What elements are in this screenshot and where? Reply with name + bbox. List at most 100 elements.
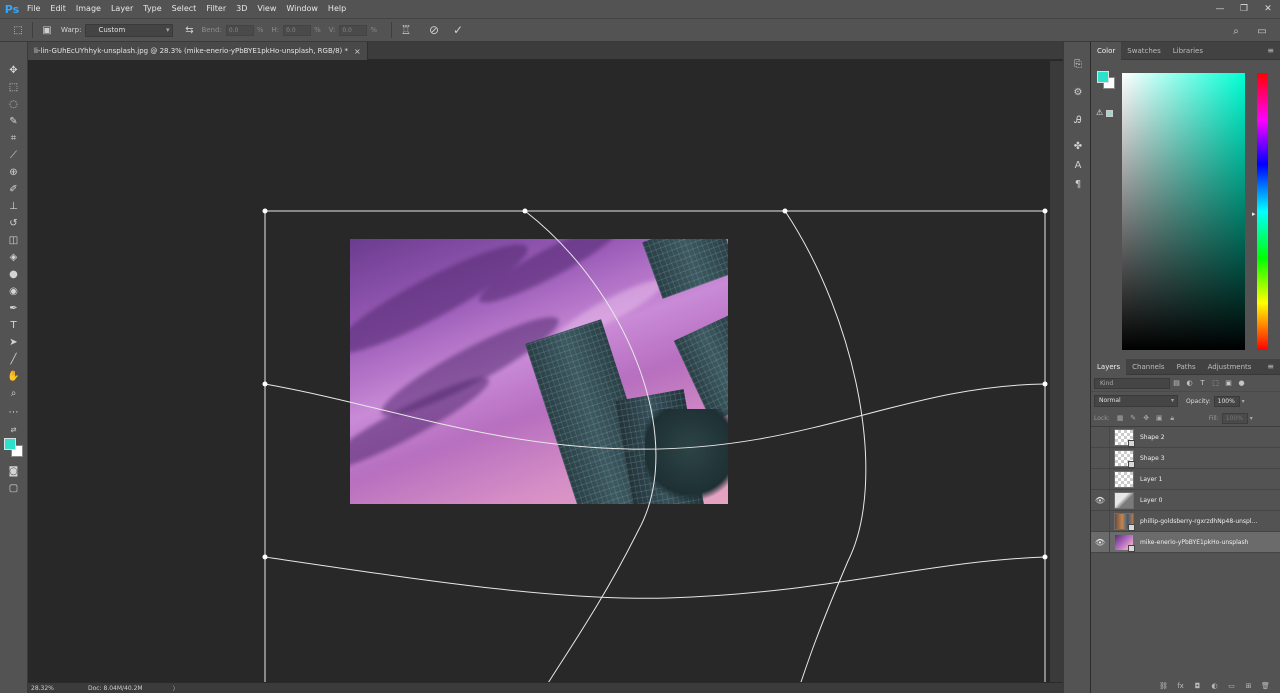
pen-tool-icon[interactable]: ✒ [5, 300, 22, 316]
blend-mode-select[interactable]: Normal [1094, 395, 1178, 407]
transform-tool-preset-icon[interactable]: ⬚ [10, 22, 26, 38]
filter-toggle-icon[interactable]: ● [1235, 379, 1248, 387]
new-layer-icon[interactable]: ⊞ [1240, 682, 1257, 690]
tab-swatches[interactable]: Swatches [1121, 42, 1166, 60]
line-tool-icon[interactable]: ╱ [5, 351, 22, 367]
layer-row-layer-0[interactable]: 👁︎ Layer 0 [1091, 489, 1280, 511]
tab-channels[interactable]: Channels [1126, 359, 1170, 375]
filter-smart-object-icon[interactable]: ▣ [1222, 379, 1235, 387]
tab-paths[interactable]: Paths [1171, 359, 1202, 375]
menu-layer[interactable]: Layer [106, 0, 138, 18]
canvas-scrollbar[interactable] [1050, 61, 1063, 682]
layers-panel-menu-icon[interactable]: ≡ [1267, 359, 1274, 375]
warp-handle[interactable] [262, 208, 268, 214]
layer-style-icon[interactable]: fx [1172, 682, 1189, 690]
move-tool-icon[interactable]: ✥ [5, 62, 22, 78]
visibility-toggle-icon[interactable] [1091, 510, 1110, 532]
workspace-icon[interactable]: ▭ [1254, 23, 1270, 39]
warp-handle[interactable] [1042, 381, 1048, 387]
path-selection-tool-icon[interactable]: ➤ [5, 334, 22, 350]
dodge-tool-icon[interactable]: ● [5, 266, 22, 282]
search-icon[interactable]: ⌕ [1228, 23, 1244, 39]
filter-pixel-icon[interactable]: ▤ [1170, 379, 1183, 387]
bend-input[interactable]: 0.0 [225, 24, 254, 36]
opacity-input[interactable]: 100% [1213, 395, 1240, 407]
eyedropper-tool-icon[interactable]: ⟋ [5, 147, 22, 163]
lock-all-icon[interactable]: 🔒︎ [1166, 414, 1179, 423]
visibility-toggle-icon[interactable] [1091, 447, 1110, 469]
menu-edit[interactable]: Edit [45, 0, 71, 18]
warp-handle[interactable] [1042, 208, 1048, 214]
layer-kind-filter[interactable]: Kind [1094, 377, 1170, 389]
lock-artboard-icon[interactable]: ▣ [1153, 414, 1166, 422]
menu-view[interactable]: View [252, 0, 281, 18]
properties-panel-icon[interactable]: ⚙ [1070, 84, 1086, 100]
clone-stamp-tool-icon[interactable]: ⊥ [5, 198, 22, 214]
menu-filter[interactable]: Filter [201, 0, 231, 18]
out-of-gamut-warning-icon[interactable]: ⚠ [1096, 108, 1103, 117]
canvas-area[interactable] [28, 61, 1050, 682]
eraser-tool-icon[interactable]: ◫ [5, 232, 22, 248]
close-window-button[interactable]: ✕ [1256, 0, 1280, 18]
lock-transparency-icon[interactable]: ▦ [1114, 414, 1127, 422]
minimize-button[interactable]: — [1208, 0, 1232, 18]
warp-style-select[interactable]: Custom [85, 23, 174, 37]
v-distortion-input[interactable]: 0.0 [339, 24, 368, 36]
brush-settings-icon[interactable]: ✤ [1070, 138, 1086, 154]
reference-point-icon[interactable]: ▣ [39, 22, 55, 38]
character-panel-icon[interactable]: A [1070, 157, 1086, 173]
swap-colors-icon[interactable]: ⇄ [5, 422, 22, 438]
marquee-tool-icon[interactable]: ⬚ [5, 79, 22, 95]
history-panel-icon[interactable]: ⎘ [1070, 56, 1086, 72]
visibility-toggle-icon[interactable] [1091, 468, 1110, 490]
quick-mask-icon[interactable]: ◙ [5, 463, 22, 479]
fill-input[interactable]: 100% [1221, 412, 1248, 424]
zoom-tool-icon[interactable]: ⌕ [5, 385, 22, 401]
tab-close-icon[interactable]: × [354, 47, 361, 56]
menu-file[interactable]: File [22, 0, 45, 18]
cancel-transform-icon[interactable]: ⊘ [426, 22, 442, 38]
tab-layers[interactable]: Layers [1091, 358, 1127, 375]
quick-selection-tool-icon[interactable]: ✎ [5, 113, 22, 129]
warp-mesh[interactable] [28, 61, 1050, 682]
h-distortion-input[interactable]: 0.0 [283, 24, 312, 36]
link-layers-icon[interactable]: ⛓ [1155, 682, 1172, 690]
warp-handle[interactable] [522, 208, 528, 214]
commit-transform-icon[interactable]: ✓ [450, 22, 466, 38]
layer-row-shape-3[interactable]: Shape 3 [1091, 447, 1280, 469]
zoom-level-field[interactable]: 28.32% [28, 685, 56, 692]
new-adjustment-layer-icon[interactable]: ◐ [1206, 682, 1223, 690]
history-brush-tool-icon[interactable]: ↺ [5, 215, 22, 231]
filter-adjustment-icon[interactable]: ◐ [1183, 379, 1196, 387]
layer-row-phillip-goldsberry[interactable]: phillip-goldsberry-rgxrzdhNp48-unspl... [1091, 510, 1280, 532]
warp-handle[interactable] [1042, 554, 1048, 560]
hue-slider[interactable] [1257, 73, 1268, 350]
warp-handle[interactable] [782, 208, 788, 214]
color-swatches[interactable] [4, 438, 24, 458]
layer-row-mike-enerio[interactable]: 👁︎ mike-enerio-yPbBYE1pkHo-unsplash [1091, 531, 1280, 553]
menu-3d[interactable]: 3D [231, 0, 252, 18]
blur-tool-icon[interactable]: ◉ [5, 283, 22, 299]
color-saturation-field[interactable] [1122, 73, 1245, 350]
menu-select[interactable]: Select [167, 0, 202, 18]
crop-tool-icon[interactable]: ⌗ [5, 130, 22, 146]
document-tab[interactable]: li-lin-GUhEcUYhhyk-unsplash.jpg @ 28.3% … [28, 42, 368, 60]
layer-row-shape-2[interactable]: Shape 2 [1091, 426, 1280, 448]
color-panel-foreground-swatch[interactable] [1097, 71, 1109, 83]
lock-pixels-icon[interactable]: ✎ [1127, 414, 1140, 422]
opacity-arrow-icon[interactable]: ▾ [1242, 398, 1245, 405]
menu-help[interactable]: Help [323, 0, 351, 18]
screen-mode-icon[interactable]: ▢ [5, 480, 22, 496]
lock-position-icon[interactable]: ✥ [1140, 414, 1153, 422]
filter-type-icon[interactable]: T [1196, 379, 1209, 387]
lasso-tool-icon[interactable]: ◌ [5, 96, 22, 112]
type-tool-icon[interactable]: T [5, 317, 22, 333]
filter-shape-icon[interactable]: ⬚ [1209, 379, 1222, 387]
tab-libraries[interactable]: Libraries [1167, 42, 1209, 60]
tab-adjustments[interactable]: Adjustments [1202, 359, 1258, 375]
glyphs-panel-icon[interactable]: Ꭿ [1070, 112, 1086, 128]
foreground-color-swatch[interactable] [4, 438, 16, 450]
menu-image[interactable]: Image [71, 0, 106, 18]
hue-slider-marker-icon[interactable]: ▸ [1252, 210, 1256, 218]
add-mask-icon[interactable]: ◘ [1189, 682, 1206, 690]
